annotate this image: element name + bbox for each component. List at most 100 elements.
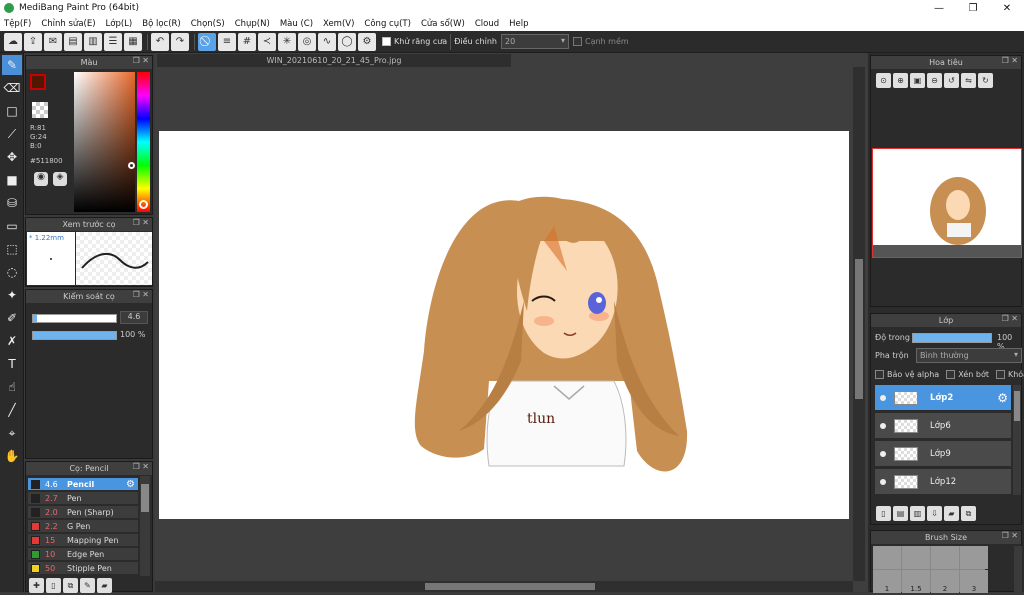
menu-layer[interactable]: Lớp(L) [106, 19, 133, 29]
rectangle-tool-icon[interactable]: □ [2, 101, 22, 121]
brush-folder-icon[interactable]: ▰ [97, 578, 112, 593]
brush-copy-icon[interactable]: ⧉ [63, 578, 78, 593]
zoom-actual-icon[interactable]: ▣ [910, 73, 925, 88]
brush-edit-icon[interactable]: ✎ [80, 578, 95, 593]
layer-menu-icon[interactable]: ⇩ [927, 506, 942, 521]
hue-cursor[interactable] [139, 200, 148, 209]
canvas-horizontal-scrollbar[interactable] [155, 581, 853, 592]
brush-list-scrollbar[interactable] [140, 476, 150, 576]
new-8bit-layer-icon[interactable]: ▥ [910, 506, 925, 521]
brush-item[interactable]: 2.2 G Pen [28, 520, 138, 533]
menu-select[interactable]: Chọn(S) [191, 19, 225, 29]
menu-filter[interactable]: Bộ lọc(R) [142, 19, 181, 29]
adjust-dropdown[interactable]: 20 [500, 34, 569, 49]
brush-size-slider[interactable] [32, 314, 117, 323]
brush-item[interactable]: 2.0 Pen (Sharp) [28, 506, 138, 519]
radial-snap-icon[interactable]: ✳ [278, 32, 296, 51]
new-layer-icon[interactable]: ▯ [876, 506, 891, 521]
layer-row[interactable]: Lớp9 [875, 441, 1011, 467]
layer-folder-icon[interactable]: ▰ [944, 506, 959, 521]
select-tool-icon[interactable]: ⬚ [2, 239, 22, 259]
menu-color[interactable]: Màu (C) [280, 19, 313, 29]
ellipse-snap-icon[interactable]: ◯ [338, 32, 356, 51]
hand-tool-icon[interactable]: ✋ [2, 446, 22, 466]
maximize-button[interactable]: ❐ [956, 0, 990, 16]
perspective-snap-icon[interactable]: ≺ [258, 32, 276, 51]
drawing-canvas[interactable]: tlun [159, 131, 849, 519]
duplicate-layer-icon[interactable]: ⧉ [961, 506, 976, 521]
foreground-color-swatch[interactable] [30, 74, 46, 90]
menu-view[interactable]: Xem(V) [323, 19, 354, 29]
eyedropper-tool-icon[interactable]: ⌖ [2, 423, 22, 443]
cloud-icon[interactable]: ☁ [4, 32, 22, 51]
brush-opacity-slider[interactable] [32, 331, 117, 340]
fill-rect-tool-icon[interactable]: ■ [2, 170, 22, 190]
layer-opacity-slider[interactable] [912, 333, 992, 343]
zoom-in-icon[interactable]: ⊕ [893, 73, 908, 88]
no-snap-icon[interactable]: ⃠ [198, 32, 216, 51]
brush-size-value[interactable]: 4.6 [120, 311, 148, 324]
gradient-tool-icon[interactable]: ▭ [2, 216, 22, 236]
saturation-value-picker[interactable] [74, 72, 135, 212]
zoom-fit-icon[interactable]: ⊙ [876, 73, 891, 88]
layer-row-selected[interactable]: Lớp2 ⚙ [875, 385, 1011, 411]
layer-row[interactable]: Lớp6 [875, 413, 1011, 439]
list-icon[interactable]: ☰ [104, 32, 122, 51]
eraser-tool-icon[interactable]: ⌫ [2, 78, 22, 98]
bucket-tool-icon[interactable]: ⛁ [2, 193, 22, 213]
grid-icon[interactable]: ▦ [124, 32, 142, 51]
brush-item[interactable]: 15 Mapping Pen [28, 534, 138, 547]
antialias-checkbox[interactable] [382, 37, 391, 46]
brush-new-icon[interactable]: ▯ [46, 578, 61, 593]
undo-icon[interactable]: ↶ [151, 32, 169, 51]
brush-add-icon[interactable]: ✚ [29, 578, 44, 593]
minimize-button[interactable]: — [922, 0, 956, 16]
menu-snap[interactable]: Chụp(N) [235, 19, 270, 29]
dot-tool-icon[interactable]: ⟋ [2, 124, 22, 144]
page-icon[interactable]: ▥ [84, 32, 102, 51]
layer-row[interactable]: Lớp12 [875, 469, 1011, 495]
clip-checkbox[interactable] [946, 370, 956, 379]
brush-size-option[interactable]: 1.5 [902, 570, 930, 593]
brush-size-option[interactable]: 3 [960, 570, 988, 593]
palette-icon[interactable]: ◉ [34, 172, 48, 186]
menu-cloud[interactable]: Cloud [475, 19, 499, 29]
brush-size-scrollbar[interactable] [1014, 546, 1022, 592]
chat-icon[interactable]: ✉ [44, 32, 62, 51]
layer-settings-gear-icon[interactable]: ⚙ [997, 391, 1008, 405]
blend-mode-dropdown[interactable]: Bình thường [916, 348, 1022, 363]
brush-settings-gear-icon[interactable]: ⚙ [126, 479, 135, 490]
rotate-right-icon[interactable]: ↻ [978, 73, 993, 88]
visibility-eye-icon[interactable] [880, 478, 886, 485]
upload-icon[interactable]: ⇪ [24, 32, 42, 51]
menu-help[interactable]: Help [509, 19, 528, 29]
layer-list-scrollbar[interactable] [1013, 385, 1021, 495]
brush-item[interactable]: 10 Edge Pen [28, 548, 138, 561]
brush-tool-icon[interactable]: ✎ [2, 55, 22, 75]
flip-icon[interactable]: ⇋ [961, 73, 976, 88]
brush-item[interactable]: 2.7 Pen [28, 492, 138, 505]
visibility-eye-icon[interactable] [880, 450, 886, 457]
brush-size-option[interactable]: 2 [931, 570, 959, 593]
transparent-swatch[interactable] [32, 102, 48, 118]
protect-alpha-checkbox[interactable] [875, 370, 884, 379]
brush-item-selected[interactable]: 4.6 Pencil ⚙ [28, 478, 138, 491]
brush-item[interactable]: 50 Stipple Pen [28, 562, 138, 575]
redo-icon[interactable]: ↷ [171, 32, 189, 51]
color-cursor[interactable] [128, 162, 135, 169]
grid-snap-icon[interactable]: # [238, 32, 256, 51]
settings-icon[interactable]: ⚙ [358, 32, 376, 51]
rotate-left-icon[interactable]: ↺ [944, 73, 959, 88]
visibility-eye-icon[interactable] [880, 422, 886, 429]
move-tool-icon[interactable]: ✥ [2, 147, 22, 167]
menu-edit[interactable]: Chỉnh sửa(E) [41, 19, 95, 29]
hue-slider[interactable] [137, 72, 150, 212]
operation-tool-icon[interactable]: ☝ [2, 377, 22, 397]
new-halftone-layer-icon[interactable]: ▤ [893, 506, 908, 521]
brush-size-option[interactable]: 1 [873, 570, 901, 593]
text-tool-icon[interactable]: T [2, 354, 22, 374]
circle-snap-icon[interactable]: ◎ [298, 32, 316, 51]
visibility-eye-icon[interactable] [880, 394, 886, 401]
menu-tools[interactable]: Công cụ(T) [364, 19, 411, 29]
close-button[interactable]: ✕ [990, 0, 1024, 16]
